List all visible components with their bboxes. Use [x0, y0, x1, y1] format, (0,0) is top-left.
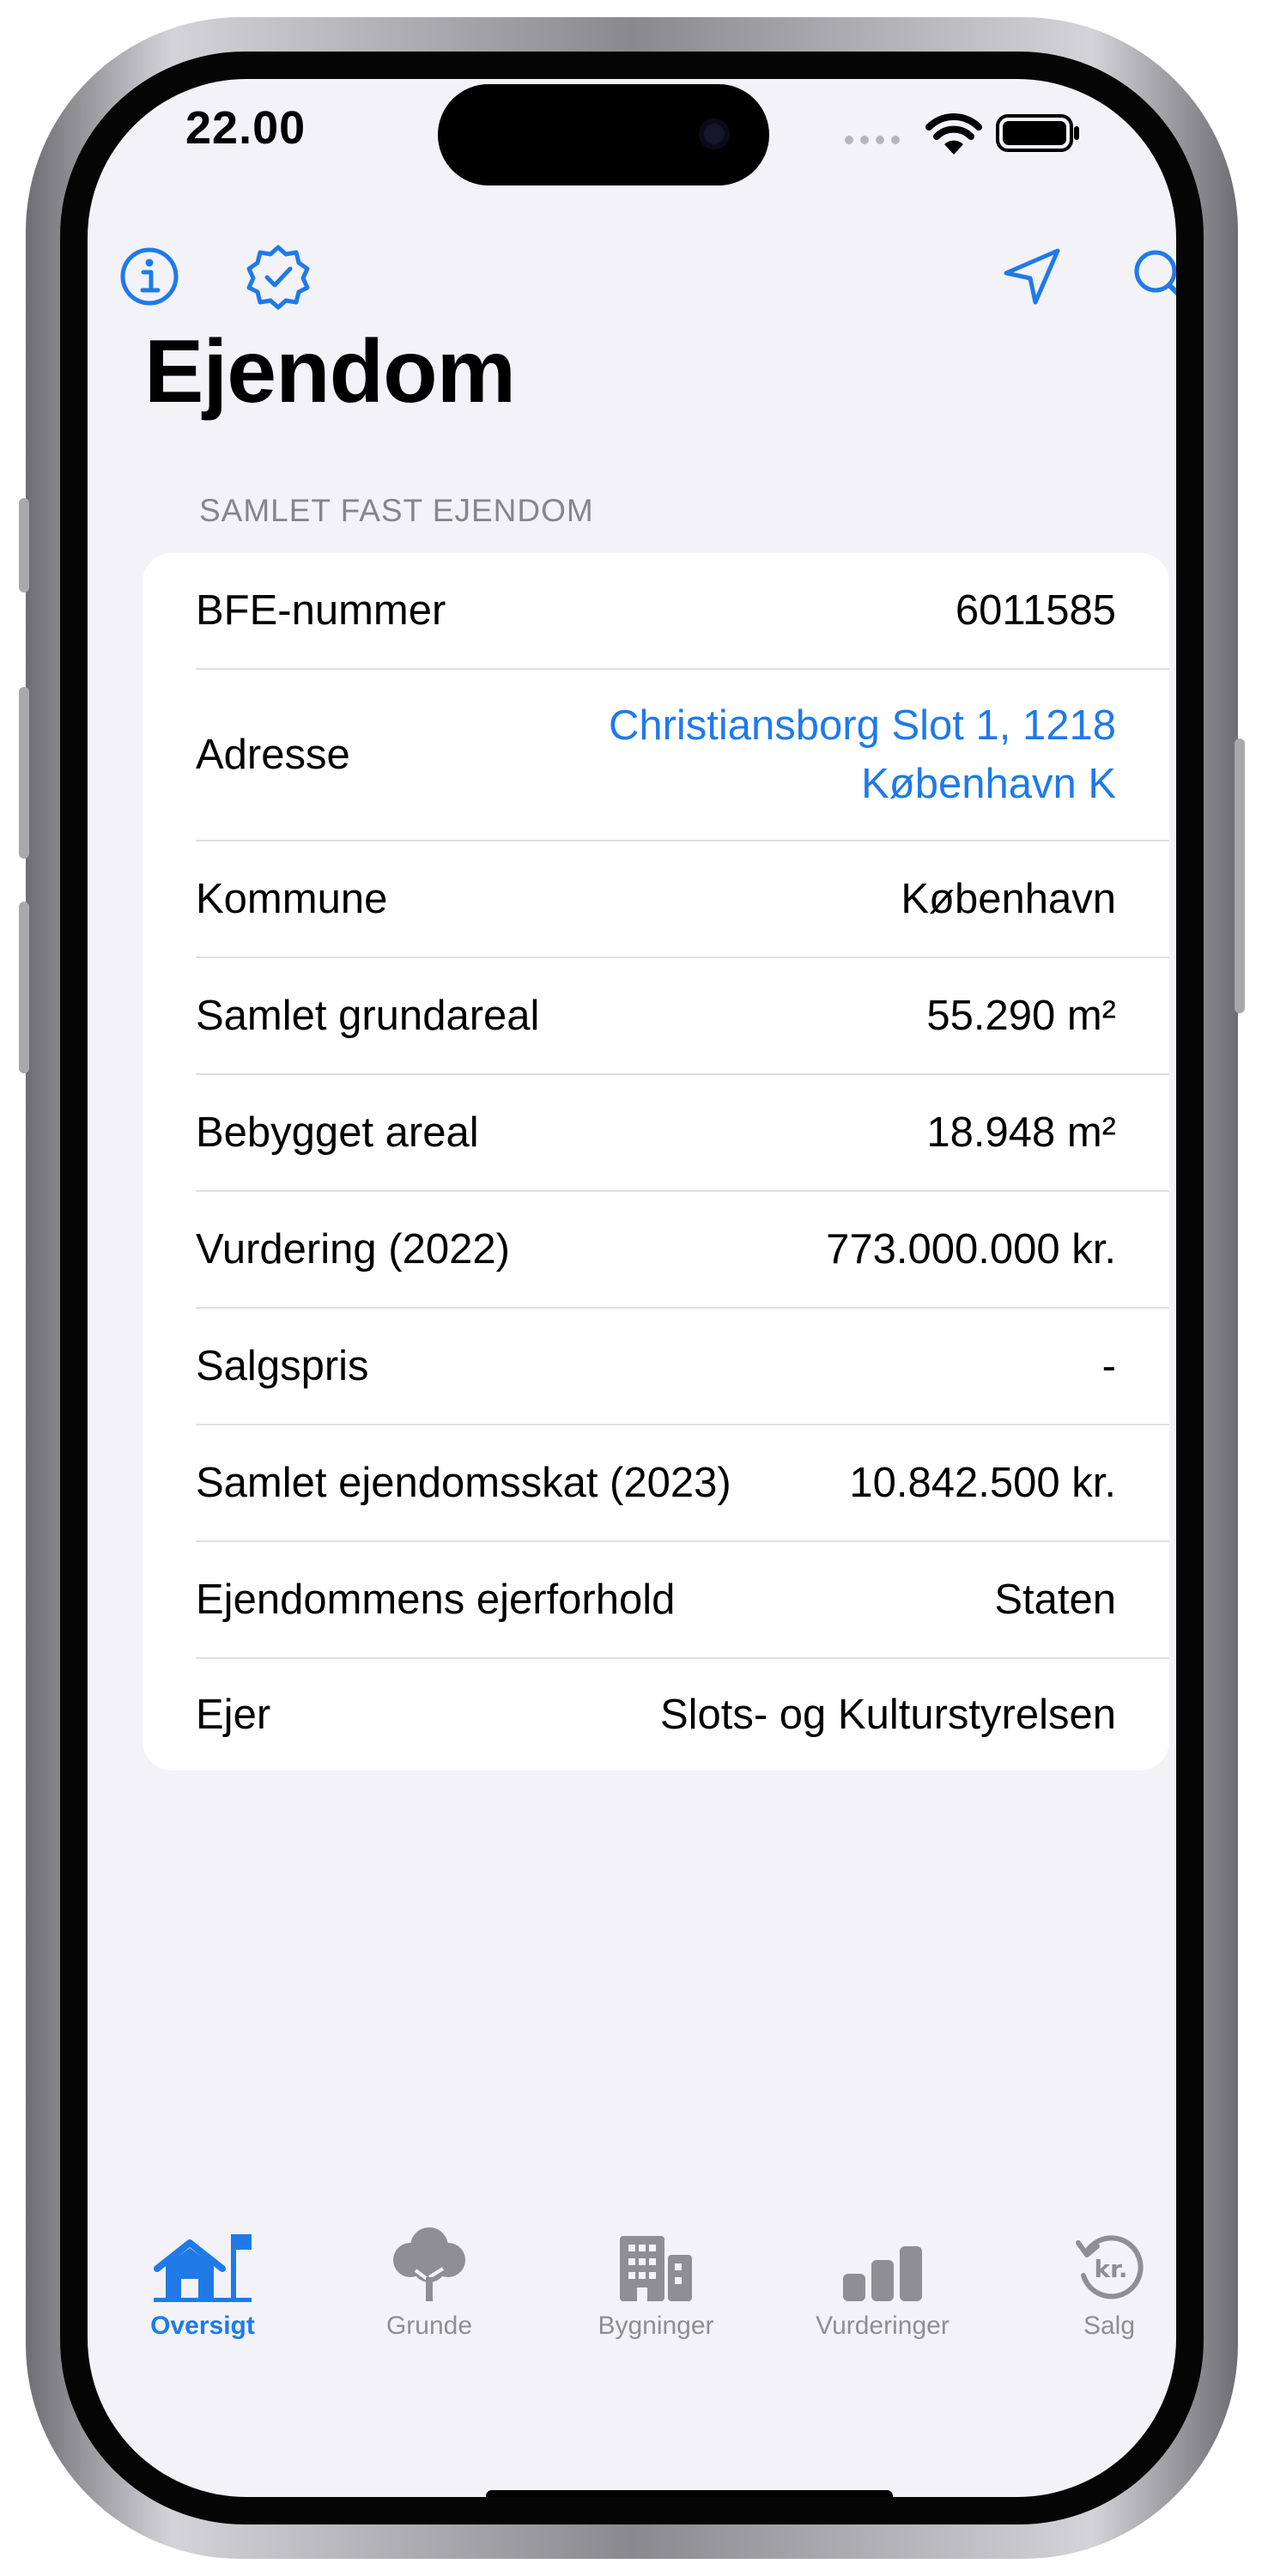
property-value: 18.948 m² — [926, 1109, 1116, 1156]
house-flag-icon — [154, 2234, 252, 2302]
property-row-ejendomsskat: Samlet ejendomsskat (2023) 10.842.500 kr… — [196, 1425, 1169, 1542]
svg-text:kr.: kr. — [1094, 2255, 1127, 2283]
tree-icon — [393, 2227, 465, 2301]
info-button[interactable] — [113, 240, 185, 313]
wifi-icon — [925, 113, 982, 161]
info-icon — [120, 247, 179, 306]
cellular-signal-icon — [843, 134, 903, 150]
screen: 22.00 Ejendom SAMLET FAST EJENDOM BFE-nu… — [88, 79, 1176, 2497]
property-label: Samlet ejendomsskat (2023) — [196, 1460, 731, 1506]
verified-button[interactable] — [242, 240, 314, 313]
search-icon — [1134, 250, 1176, 296]
battery-icon — [996, 113, 1082, 157]
property-label: Adresse — [196, 732, 350, 778]
property-label: Salgspris — [196, 1343, 369, 1389]
side-button-volume-up — [19, 687, 29, 859]
property-label: Kommune — [196, 876, 388, 922]
tab-label: Bygninger — [598, 2312, 714, 2340]
property-row-address[interactable]: Adresse Christiansborg Slot 1, 1218 Købe… — [196, 670, 1169, 841]
property-label: Samlet grundareal — [196, 993, 540, 1039]
side-button-action — [19, 498, 29, 592]
property-value: 773.000.000 kr. — [826, 1226, 1116, 1273]
search-button[interactable] — [1125, 240, 1176, 313]
property-row-vurdering: Vurdering (2022) 773.000.000 kr. — [196, 1192, 1169, 1309]
property-value: 55.290 m² — [926, 993, 1116, 1039]
tab-bygninger[interactable]: Bygninger — [570, 2226, 742, 2341]
location-button[interactable] — [996, 240, 1068, 313]
property-value: 10.842.500 kr. — [849, 1460, 1116, 1506]
tab-label: Vurderinger — [816, 2312, 950, 2340]
property-card: BFE-nummer 6011585 Adresse Christiansbor… — [143, 553, 1169, 1771]
property-label: Vurdering (2022) — [196, 1226, 510, 1273]
property-row-salgspris: Salgspris - — [196, 1309, 1169, 1425]
tab-bar: Oversigt Grunde Bygninger Vurderinger kr… — [88, 2226, 1176, 2354]
address-line2: København K — [861, 761, 1116, 807]
verified-badge-icon — [246, 245, 310, 310]
property-row-bebygget-areal: Bebygget areal 18.948 m² — [196, 1075, 1169, 1192]
property-row-ejerforhold: Ejendommens ejerforhold Staten — [196, 1542, 1169, 1659]
section-header: SAMLET FAST EJENDOM — [199, 493, 594, 528]
property-label: BFE-nummer — [196, 587, 446, 634]
address-line1: Christiansborg Slot 1, 1218 — [608, 702, 1116, 749]
tab-label: Oversigt — [150, 2312, 255, 2340]
camera-icon — [699, 118, 730, 149]
phone-bezel: 22.00 Ejendom SAMLET FAST EJENDOM BFE-nu… — [60, 52, 1204, 2524]
status-time: 22.00 — [185, 102, 306, 154]
property-value: 6011585 — [955, 587, 1116, 634]
side-button-volume-down — [19, 902, 29, 1073]
phone-frame: 22.00 Ejendom SAMLET FAST EJENDOM BFE-nu… — [19, 17, 1245, 2559]
tab-salg[interactable]: kr. Salg — [1023, 2226, 1176, 2341]
tab-label: Salg — [1083, 2312, 1136, 2340]
bar-chart-icon — [843, 2246, 922, 2301]
property-row-bfe: BFE-nummer 6011585 — [196, 553, 1169, 670]
page-title: Ejendom — [144, 322, 516, 422]
property-label: Ejer — [196, 1692, 271, 1738]
property-row-grundareal: Samlet grundareal 55.290 m² — [196, 958, 1169, 1075]
property-value: København — [901, 876, 1116, 922]
location-arrow-icon — [1004, 248, 1060, 305]
kr-history-icon: kr. — [1076, 2235, 1144, 2300]
buildings-icon — [620, 2236, 692, 2301]
side-button-power — [1235, 738, 1245, 1013]
tab-vurderinger[interactable]: Vurderinger — [797, 2226, 968, 2341]
property-label: Ejendommens ejerforhold — [196, 1577, 676, 1623]
tab-oversigt[interactable]: Oversigt — [117, 2226, 288, 2341]
tab-label: Grunde — [385, 2312, 473, 2340]
property-value: - — [1101, 1343, 1116, 1389]
home-indicator — [486, 2490, 893, 2497]
address-link[interactable]: Christiansborg Slot 1, 1218 København K — [609, 696, 1116, 813]
property-value: Staten — [994, 1577, 1116, 1623]
tab-grunde[interactable]: Grunde — [343, 2226, 515, 2341]
property-value: Slots- og Kulturstyrelsen — [659, 1692, 1116, 1738]
property-row-kommune: Kommune København — [196, 841, 1169, 958]
property-row-ejer: Ejer Slots- og Kulturstyrelsen — [196, 1659, 1169, 1771]
property-label: Bebygget areal — [196, 1109, 479, 1156]
